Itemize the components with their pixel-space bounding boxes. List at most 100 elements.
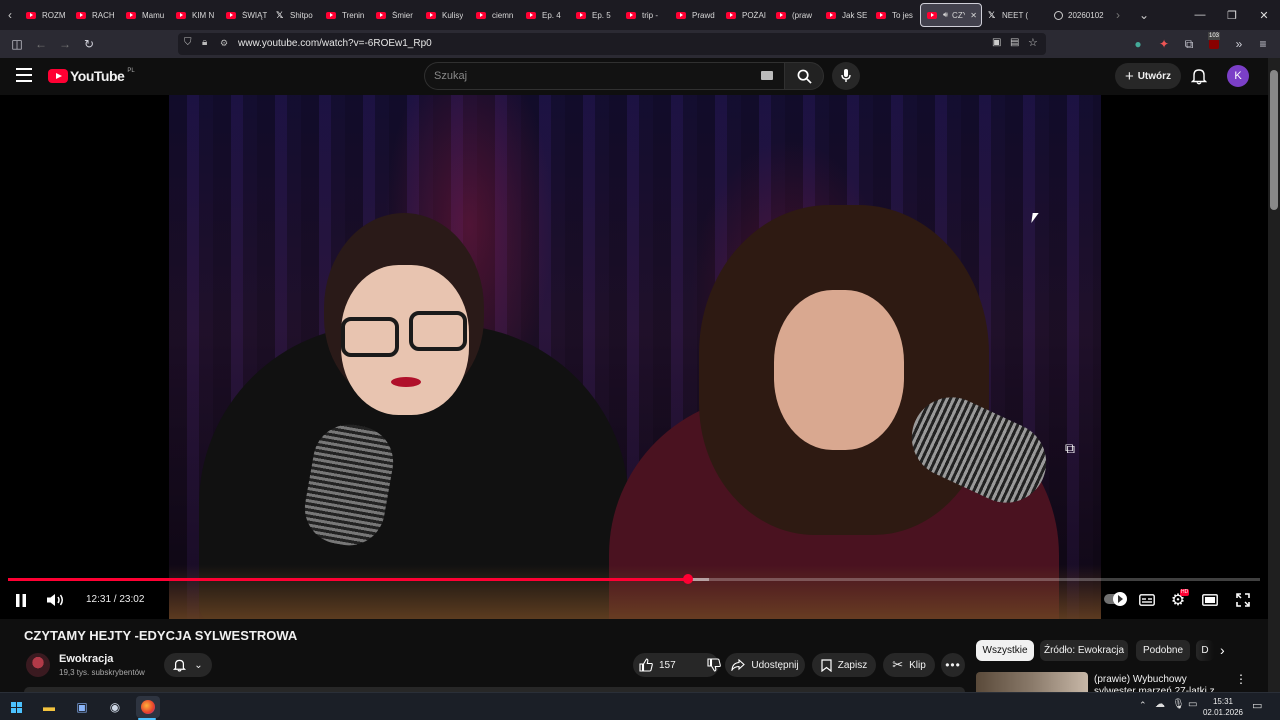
more-actions-button[interactable]: ••• <box>941 653 965 677</box>
filter-chip[interactable]: D <box>1196 640 1214 661</box>
minimize-icon[interactable]: — <box>1184 0 1216 30</box>
browser-tab[interactable]: Śmier <box>370 3 420 27</box>
recommended-more-icon[interactable]: ⋮ <box>1235 672 1247 686</box>
forward-icon[interactable]: → <box>56 30 74 58</box>
browser-tab[interactable]: Kulisy <box>420 3 470 27</box>
permissions-icon[interactable]: ⚙ <box>220 38 228 49</box>
keyboard-icon[interactable] <box>761 71 773 80</box>
bookmark-star-icon[interactable]: ☆ <box>1028 36 1038 49</box>
account-avatar[interactable]: K <box>1227 65 1249 87</box>
autoplay-toggle[interactable] <box>1103 592 1127 606</box>
tab-scroll-right-icon[interactable]: › <box>1108 3 1128 27</box>
tab-list-dropdown-icon[interactable]: ⌄ <box>1134 3 1154 27</box>
browser-tab[interactable]: ŚWIĄT <box>220 3 270 27</box>
restore-icon[interactable]: ❐ <box>1216 0 1248 30</box>
ublock-extension-icon[interactable]: 103 <box>1204 30 1224 58</box>
browser-tab[interactable]: 20260102 <box>1048 3 1108 27</box>
back-icon[interactable]: ← <box>32 30 50 58</box>
browser-tab[interactable]: Mamu <box>120 3 170 27</box>
microphone-tray-icon[interactable]: 🎙︎ <box>1172 699 1185 710</box>
browser-tab[interactable]: (praw <box>770 3 820 27</box>
recommended-video-thumbnail[interactable] <box>976 672 1088 692</box>
share-button[interactable]: Udostępnij <box>725 653 805 677</box>
app-menu-icon[interactable]: ≡ <box>1254 30 1272 58</box>
recommended-video-title[interactable]: (prawie) Wybuchowy sylwester marzeń 27-l… <box>1094 674 1224 692</box>
browser-tab[interactable]: Jak SE <box>820 3 870 27</box>
clip-button[interactable]: ✂ Klip <box>883 653 935 677</box>
search-button[interactable] <box>784 62 824 90</box>
close-window-icon[interactable]: ✕ <box>1248 0 1280 30</box>
create-button[interactable]: + Utwórz <box>1115 63 1181 89</box>
tab-label: ROZM <box>42 10 66 20</box>
search-input[interactable]: Szukaj <box>424 62 784 90</box>
browser-tab[interactable]: Prawd <box>670 3 720 27</box>
network-icon[interactable]: ▭ <box>1188 699 1197 710</box>
extensions-puzzle-icon[interactable]: ⧉ <box>1180 30 1198 58</box>
close-tab-icon[interactable]: ✕ <box>970 11 977 20</box>
steam-icon[interactable]: ◉ <box>103 696 127 718</box>
browser-tab[interactable]: trip - <box>620 3 670 27</box>
browser-tab[interactable]: To jes <box>870 3 920 27</box>
taskbar-clock[interactable]: 15:31 02.01.2026 <box>1199 696 1247 718</box>
computer-app-icon[interactable]: ▣ <box>70 696 94 718</box>
audio-playing-icon[interactable]: 🔊︎ <box>943 10 948 20</box>
browser-tab[interactable]: 𝕏 Shitpo <box>270 3 320 27</box>
progress-scrubber-handle[interactable] <box>682 574 693 584</box>
youtube-logo[interactable]: YouTube PL <box>48 68 135 84</box>
subscription-bell-button[interactable]: ⌄ <box>164 653 212 677</box>
reader-view-icon[interactable]: ▤ <box>1010 37 1019 48</box>
firefox-icon[interactable] <box>136 696 160 718</box>
pip-page-icon[interactable]: ▣ <box>992 37 1001 48</box>
like-button[interactable]: 157 <box>639 658 676 672</box>
miniplayer-hint-icon[interactable]: ⧉ <box>1065 440 1075 457</box>
page-scrollbar[interactable] <box>1268 58 1280 692</box>
extension-icon[interactable]: ✦ <box>1156 30 1172 58</box>
tracking-shield-icon[interactable]: ⛉ <box>184 37 192 48</box>
save-button[interactable]: Zapisz <box>812 653 876 677</box>
channel-name[interactable]: Ewokracja <box>59 653 113 665</box>
guide-menu-icon[interactable] <box>16 68 32 82</box>
chips-next-icon[interactable]: › <box>1220 642 1225 658</box>
voice-search-button[interactable] <box>832 62 860 90</box>
browser-tab[interactable]: 𝕏 NEET ( <box>982 3 1048 27</box>
subtitles-button[interactable] <box>1138 592 1156 608</box>
browser-tab[interactable]: POŻAI <box>720 3 770 27</box>
filter-chip[interactable]: Wszystkie <box>976 640 1034 661</box>
notifications-bell-icon[interactable] <box>1190 67 1208 85</box>
dislike-button[interactable] <box>707 658 721 672</box>
tray-chevron-icon[interactable]: ⌃ <box>1139 700 1147 711</box>
browser-tab[interactable]: KIM N <box>170 3 220 27</box>
tab-label: KIM N <box>192 10 215 20</box>
url-text[interactable]: www.youtube.com/watch?v=-6ROEw1_Rp0 <box>238 38 432 49</box>
theater-mode-button[interactable] <box>1201 592 1219 608</box>
reload-icon[interactable]: ↻ <box>80 30 98 58</box>
pause-button[interactable] <box>12 591 30 609</box>
vpn-extension-icon[interactable]: ● <box>1130 30 1146 58</box>
tab-scroll-left-icon[interactable]: ‹ <box>0 3 20 27</box>
filter-chip[interactable]: Podobne <box>1136 640 1190 661</box>
browser-tab[interactable]: ciemn <box>470 3 520 27</box>
browser-tab[interactable]: 🔊︎ CZY ✕ <box>920 3 982 27</box>
browser-tab[interactable]: ROZM <box>20 3 70 27</box>
cloud-icon[interactable]: ☁ <box>1155 699 1165 710</box>
sidebar-toggle-icon[interactable]: ◫ <box>8 30 26 58</box>
fullscreen-button[interactable] <box>1234 591 1252 609</box>
browser-tab[interactable]: Ep. 5 <box>570 3 620 27</box>
lock-icon[interactable]: 🔒︎ <box>202 37 207 48</box>
settings-button[interactable]: ⚙ HD <box>1169 589 1190 609</box>
browser-tab[interactable]: RACH <box>70 3 120 27</box>
notifications-tray-icon[interactable]: ▭ <box>1252 699 1262 712</box>
address-bar[interactable]: ⛉ 🔒︎ ⚙ www.youtube.com/watch?v=-6ROEw1_R… <box>178 33 1046 55</box>
video-player[interactable]: ⧉ 12:31 / 23:02 ⚙ HD <box>0 95 1268 619</box>
filter-chip[interactable]: Źródło: Ewokracja <box>1040 640 1128 661</box>
page-scrollbar-thumb[interactable] <box>1270 70 1278 210</box>
video-frame[interactable]: ⧉ <box>169 95 1101 619</box>
progress-bar[interactable] <box>8 574 1260 584</box>
channel-avatar[interactable] <box>26 653 50 677</box>
browser-tab[interactable]: Trenin <box>320 3 370 27</box>
file-explorer-icon[interactable]: ▬ <box>37 696 61 718</box>
windows-start-icon[interactable] <box>4 696 28 718</box>
volume-button[interactable] <box>46 591 66 609</box>
browser-tab[interactable]: Ep. 4 <box>520 3 570 27</box>
overflow-menu-icon[interactable]: » <box>1230 30 1248 58</box>
